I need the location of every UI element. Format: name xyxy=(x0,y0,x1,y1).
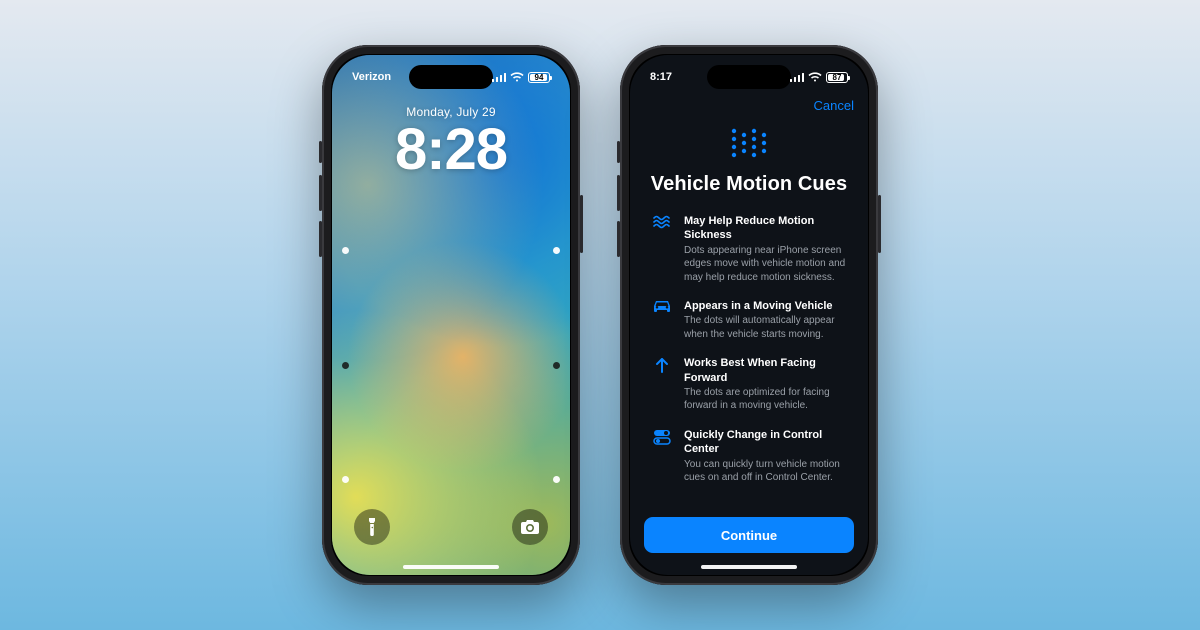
iphone-lockscreen: Verizon 94 Monday, July 29 8:28 xyxy=(322,45,580,585)
status-bar: Verizon 94 xyxy=(332,65,570,89)
feature-body: The dots will automatically appear when … xyxy=(684,314,846,341)
waves-icon xyxy=(652,214,672,284)
motion-cue-dot xyxy=(553,362,560,369)
feature-item: May Help Reduce Motion SicknessDots appe… xyxy=(652,214,846,284)
camera-icon xyxy=(521,520,539,534)
carrier-label: Verizon xyxy=(352,71,391,83)
car-icon xyxy=(652,299,672,341)
status-bar: 8:17 87 xyxy=(630,65,868,89)
motion-cues-hero-icon xyxy=(728,127,770,161)
feature-body: The dots are optimized for facing forwar… xyxy=(684,386,846,413)
flashlight-button[interactable] xyxy=(354,509,390,545)
status-time: 8:17 xyxy=(650,71,672,83)
feature-heading: Works Best When Facing Forward xyxy=(684,356,846,385)
feature-heading: May Help Reduce Motion Sickness xyxy=(684,214,846,243)
sheet-title: Vehicle Motion Cues xyxy=(630,173,868,196)
features-list: May Help Reduce Motion SicknessDots appe… xyxy=(630,196,868,509)
iphone-feature-sheet: 8:17 87 Cancel Vehi xyxy=(620,45,878,585)
lock-time: 8:28 xyxy=(332,121,570,179)
flashlight-icon xyxy=(366,518,378,536)
lock-clock: Monday, July 29 8:28 xyxy=(332,105,570,179)
home-indicator[interactable] xyxy=(701,565,797,569)
wifi-icon xyxy=(808,72,822,82)
feature-item: Appears in a Moving VehicleThe dots will… xyxy=(652,299,846,341)
home-indicator[interactable] xyxy=(403,565,499,569)
battery-icon: 94 xyxy=(528,72,550,83)
camera-button[interactable] xyxy=(512,509,548,545)
feature-item: Works Best When Facing ForwardThe dots a… xyxy=(652,356,846,413)
lock-screen: Verizon 94 Monday, July 29 8:28 xyxy=(332,55,570,575)
feature-heading: Appears in a Moving Vehicle xyxy=(684,299,846,313)
feature-body: Dots appearing near iPhone screen edges … xyxy=(684,244,846,285)
battery-icon: 87 xyxy=(826,72,848,83)
motion-cue-dot xyxy=(342,362,349,369)
continue-button[interactable]: Continue xyxy=(644,517,854,553)
signal-icon xyxy=(790,72,804,82)
vehicle-motion-cues-sheet: 8:17 87 Cancel Vehi xyxy=(630,55,868,575)
cancel-button[interactable]: Cancel xyxy=(814,98,854,113)
toggle-icon xyxy=(652,428,672,485)
arrow-up-icon xyxy=(652,356,672,413)
signal-icon xyxy=(492,72,506,82)
feature-heading: Quickly Change in Control Center xyxy=(684,428,846,457)
wifi-icon xyxy=(510,72,524,82)
feature-item: Quickly Change in Control CenterYou can … xyxy=(652,428,846,485)
feature-body: You can quickly turn vehicle motion cues… xyxy=(684,458,846,485)
